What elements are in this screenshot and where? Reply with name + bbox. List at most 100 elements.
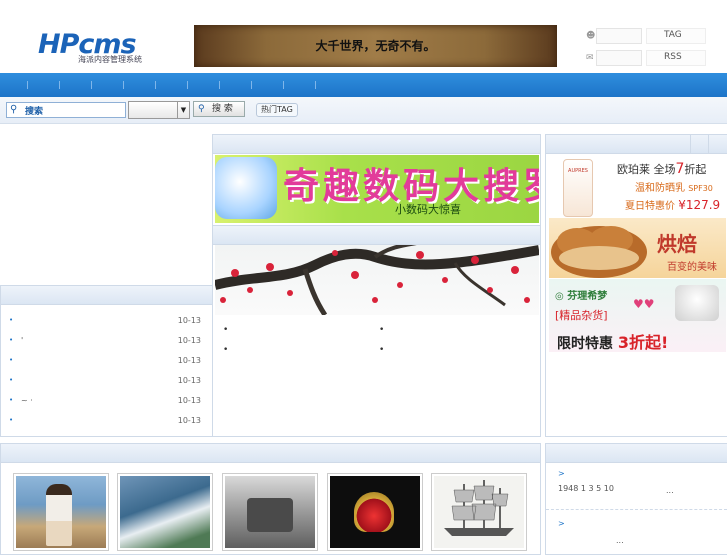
plum-blossom-artwork xyxy=(215,245,539,315)
nav-separator xyxy=(27,81,28,89)
center-panel-subheader xyxy=(213,225,540,245)
bread-image xyxy=(551,226,647,278)
product-image xyxy=(675,285,719,321)
list-item-title[interactable]: ~ · xyxy=(21,396,33,405)
list-item-title[interactable]: ' xyxy=(21,336,23,345)
ship-sketch xyxy=(444,480,514,536)
list-item-date: 10-13 xyxy=(177,396,201,405)
bottle-label: AUPRES xyxy=(568,168,588,174)
promo-product-image xyxy=(215,157,277,219)
center-panel-header xyxy=(213,135,540,154)
search-bar: ⚲ 搜索 ▼ ⚲ 搜 索 热门TAG xyxy=(0,97,727,124)
banner-text: 大千世界，无奇不有。 xyxy=(315,39,436,53)
search-icon: ⚲ xyxy=(10,104,18,115)
center-bullet: • xyxy=(223,325,229,335)
gallery-thumb[interactable] xyxy=(13,473,109,551)
list-item-date: 10-13 xyxy=(177,416,201,425)
header-banner[interactable]: 大千世界，无奇不有。 xyxy=(194,25,557,67)
thumb-image-beach xyxy=(16,476,106,548)
gallery-thumb[interactable] xyxy=(327,473,423,551)
list-bullet: • xyxy=(9,396,14,404)
ad3-brand-text: 芬理希梦 xyxy=(567,291,608,302)
right-bottom-line1[interactable]: 1948 1 3 5 10 xyxy=(558,484,614,493)
ad1-discount-suffix: 折起 xyxy=(684,163,707,176)
list-item-date: 10-13 xyxy=(177,316,201,325)
thumb-image-waves xyxy=(120,476,210,548)
user-link-box[interactable] xyxy=(596,28,642,44)
ad1-brand: 欧珀莱 全场 xyxy=(617,163,676,176)
aupres-ad[interactable]: AUPRES 欧珀莱 全场7折起 温和防晒乳 SPF30 夏日特惠价 ¥127.… xyxy=(549,155,726,217)
felissimo-ad[interactable]: ◎ 芬理希梦 [精品杂货] 限时特惠 3折起! ♥♥ xyxy=(549,279,726,352)
ad2-subtitle: 百变的美味 xyxy=(667,262,717,273)
list-item[interactable]: • 10-13 xyxy=(9,356,201,368)
ad1-product-line: 温和防晒乳 SPF30 xyxy=(635,179,713,194)
nav-separator xyxy=(91,81,92,89)
list-bullet: • xyxy=(9,416,14,424)
search-button[interactable]: ⚲ 搜 索 xyxy=(193,101,245,117)
right-panel-header xyxy=(546,135,727,154)
tag-link-label: TAG xyxy=(664,30,682,40)
promo-subtitle: 小数码大惊喜 xyxy=(395,203,461,216)
search-category-select[interactable]: ▼ xyxy=(128,101,190,119)
list-item[interactable]: • 10-13 xyxy=(9,376,201,388)
center-bullet: • xyxy=(223,345,229,355)
right-bottom-line2: ... xyxy=(616,536,624,545)
search-button-icon: ⚲ xyxy=(198,104,205,114)
nav-separator xyxy=(187,81,188,89)
list-bullet: • xyxy=(9,316,14,324)
tank-shape xyxy=(247,498,293,532)
ad3-discount: 3折起! xyxy=(617,333,669,352)
list-marker: > xyxy=(558,519,565,528)
header-divider xyxy=(690,135,691,153)
right-bottom-header xyxy=(546,444,727,463)
rss-link[interactable]: RSS xyxy=(646,50,706,66)
header-divider xyxy=(708,135,709,153)
gallery-thumb[interactable] xyxy=(222,473,318,551)
ad1-product: 温和防晒乳 xyxy=(635,183,685,194)
ad1-deal-label: 夏日特惠价 xyxy=(625,201,675,212)
nav-separator xyxy=(219,81,220,89)
site-logo[interactable]: HPcms 海派内容管理系统 xyxy=(38,30,156,68)
gallery-thumb[interactable] xyxy=(431,473,527,551)
list-marker: > xyxy=(558,469,565,478)
ad3-promo-line: 限时特惠 3折起! xyxy=(557,329,668,352)
mail-link-box[interactable] xyxy=(596,50,642,66)
list-item[interactable]: • 10-13 xyxy=(9,416,201,428)
list-item[interactable]: • ' 10-13 xyxy=(9,336,201,348)
nav-separator xyxy=(315,81,316,89)
right-bottom-line1-suffix: ... xyxy=(666,486,674,495)
sunscreen-bottle: AUPRES xyxy=(563,159,593,217)
list-bullet: • xyxy=(9,376,14,384)
list-item[interactable]: • ~ · 10-13 xyxy=(9,396,201,408)
chevron-down-icon[interactable]: ▼ xyxy=(177,102,189,118)
ad1-brand-line: 欧珀莱 全场7折起 xyxy=(617,161,706,177)
ad1-spf: SPF30 xyxy=(688,184,713,193)
ad3-brand: ◎ 芬理希梦 xyxy=(555,291,608,302)
search-input-label: 搜索 xyxy=(25,107,44,117)
hot-tag-button[interactable]: 热门TAG xyxy=(256,103,298,117)
ad1-price-line: 夏日特惠价 ¥127.9 xyxy=(625,197,720,212)
thumb-image-ship xyxy=(434,476,524,548)
bakery-ad[interactable]: 烘焙 百变的美味 xyxy=(549,218,726,278)
search-input[interactable]: ⚲ 搜索 xyxy=(6,102,126,118)
list-item-date: 10-13 xyxy=(177,336,201,345)
list-item[interactable]: • 10-13 xyxy=(9,316,201,328)
list-item-date: 10-13 xyxy=(177,376,201,385)
plum-blossom-image[interactable] xyxy=(215,245,539,315)
main-nav xyxy=(0,73,727,97)
list-bullet: • xyxy=(9,356,14,364)
tag-link[interactable]: TAG xyxy=(646,28,706,44)
ad3-promo: 限时特惠 xyxy=(557,336,613,352)
ad2-title: 烘焙 xyxy=(657,232,697,256)
nav-separator xyxy=(123,81,124,89)
center-bullet: • xyxy=(379,345,385,355)
user-icon: ☻ xyxy=(586,31,596,41)
thumb-image-tank xyxy=(225,476,315,548)
right-bottom-panel: > 1948 1 3 5 10 ... > ... xyxy=(545,443,727,555)
mail-icon: ✉ xyxy=(586,53,594,63)
nav-separator xyxy=(155,81,156,89)
gallery-thumb[interactable] xyxy=(117,473,213,551)
gallery-panel-header xyxy=(1,444,540,463)
digital-promo-banner[interactable]: 奇趣数码大搜罗 小数码大惊喜 xyxy=(215,155,539,223)
nav-separator xyxy=(251,81,252,89)
